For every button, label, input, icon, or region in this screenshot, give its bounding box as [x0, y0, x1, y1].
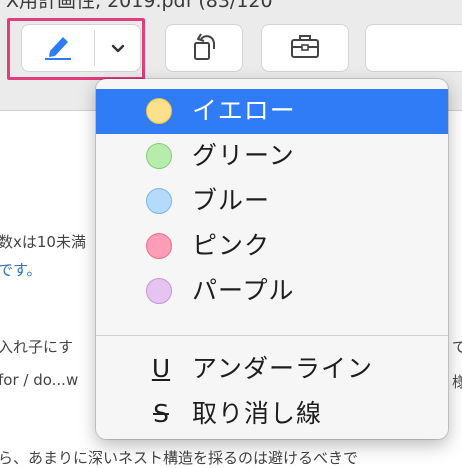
yellow-swatch-icon	[146, 98, 172, 124]
menu-item-label: グリーン	[192, 141, 295, 170]
menu-item-label: 取り消し線	[192, 399, 323, 428]
toolbox-icon	[288, 32, 322, 64]
purple-swatch-icon	[146, 278, 172, 304]
document-line: 入れ子にす	[0, 338, 74, 356]
document-link[interactable]: です。	[0, 259, 42, 280]
menu-item-label: ピンク	[192, 231, 271, 260]
toolbox-button[interactable]	[262, 25, 348, 71]
menu-item-label: ブルー	[192, 186, 271, 215]
chevron-down-icon	[111, 39, 125, 58]
rotate-button[interactable]	[166, 25, 242, 71]
pink-swatch-icon	[146, 233, 172, 259]
window-title: X用計画性, 2019.pdf (83/120	[6, 0, 273, 12]
menu-item-label: パープル	[192, 276, 295, 305]
document-line: ら、あまりに深いネスト構造を採るのは避けるべきで	[0, 449, 359, 467]
document-line: で	[452, 338, 462, 356]
highlighter-pen-icon	[41, 31, 75, 65]
highlight-menu-button[interactable]	[95, 25, 140, 71]
document-line: 様	[452, 373, 462, 391]
search-field[interactable]	[366, 25, 462, 71]
underline-icon: U	[151, 354, 171, 383]
menu-item-underline[interactable]: U アンダーライン	[96, 347, 448, 392]
menu-item-purple[interactable]: パープル	[96, 269, 448, 314]
menu-separator	[96, 335, 448, 336]
menu-item-label: アンダーライン	[192, 354, 374, 383]
document-line: for / do...w	[0, 371, 79, 389]
menu-item-pink[interactable]: ピンク	[96, 224, 448, 269]
menu-item-strikethrough[interactable]: S 取り消し線	[96, 392, 448, 437]
document-line: 数xは10未満	[0, 233, 86, 251]
strikethrough-icon: S	[153, 399, 169, 428]
menu-item-blue[interactable]: ブルー	[96, 179, 448, 224]
highlight-button[interactable]	[22, 25, 94, 71]
rotate-left-icon	[187, 29, 221, 67]
highlight-color-menu: イエロー グリーン ブルー ピンク パープル U アンダーライン S 取り消し線	[96, 79, 448, 439]
highlight-button-group	[22, 25, 140, 71]
menu-item-label: イエロー	[192, 96, 296, 125]
blue-swatch-icon	[146, 188, 172, 214]
menu-item-green[interactable]: グリーン	[96, 134, 448, 179]
menu-item-yellow[interactable]: イエロー	[96, 89, 448, 134]
green-swatch-icon	[146, 143, 172, 169]
